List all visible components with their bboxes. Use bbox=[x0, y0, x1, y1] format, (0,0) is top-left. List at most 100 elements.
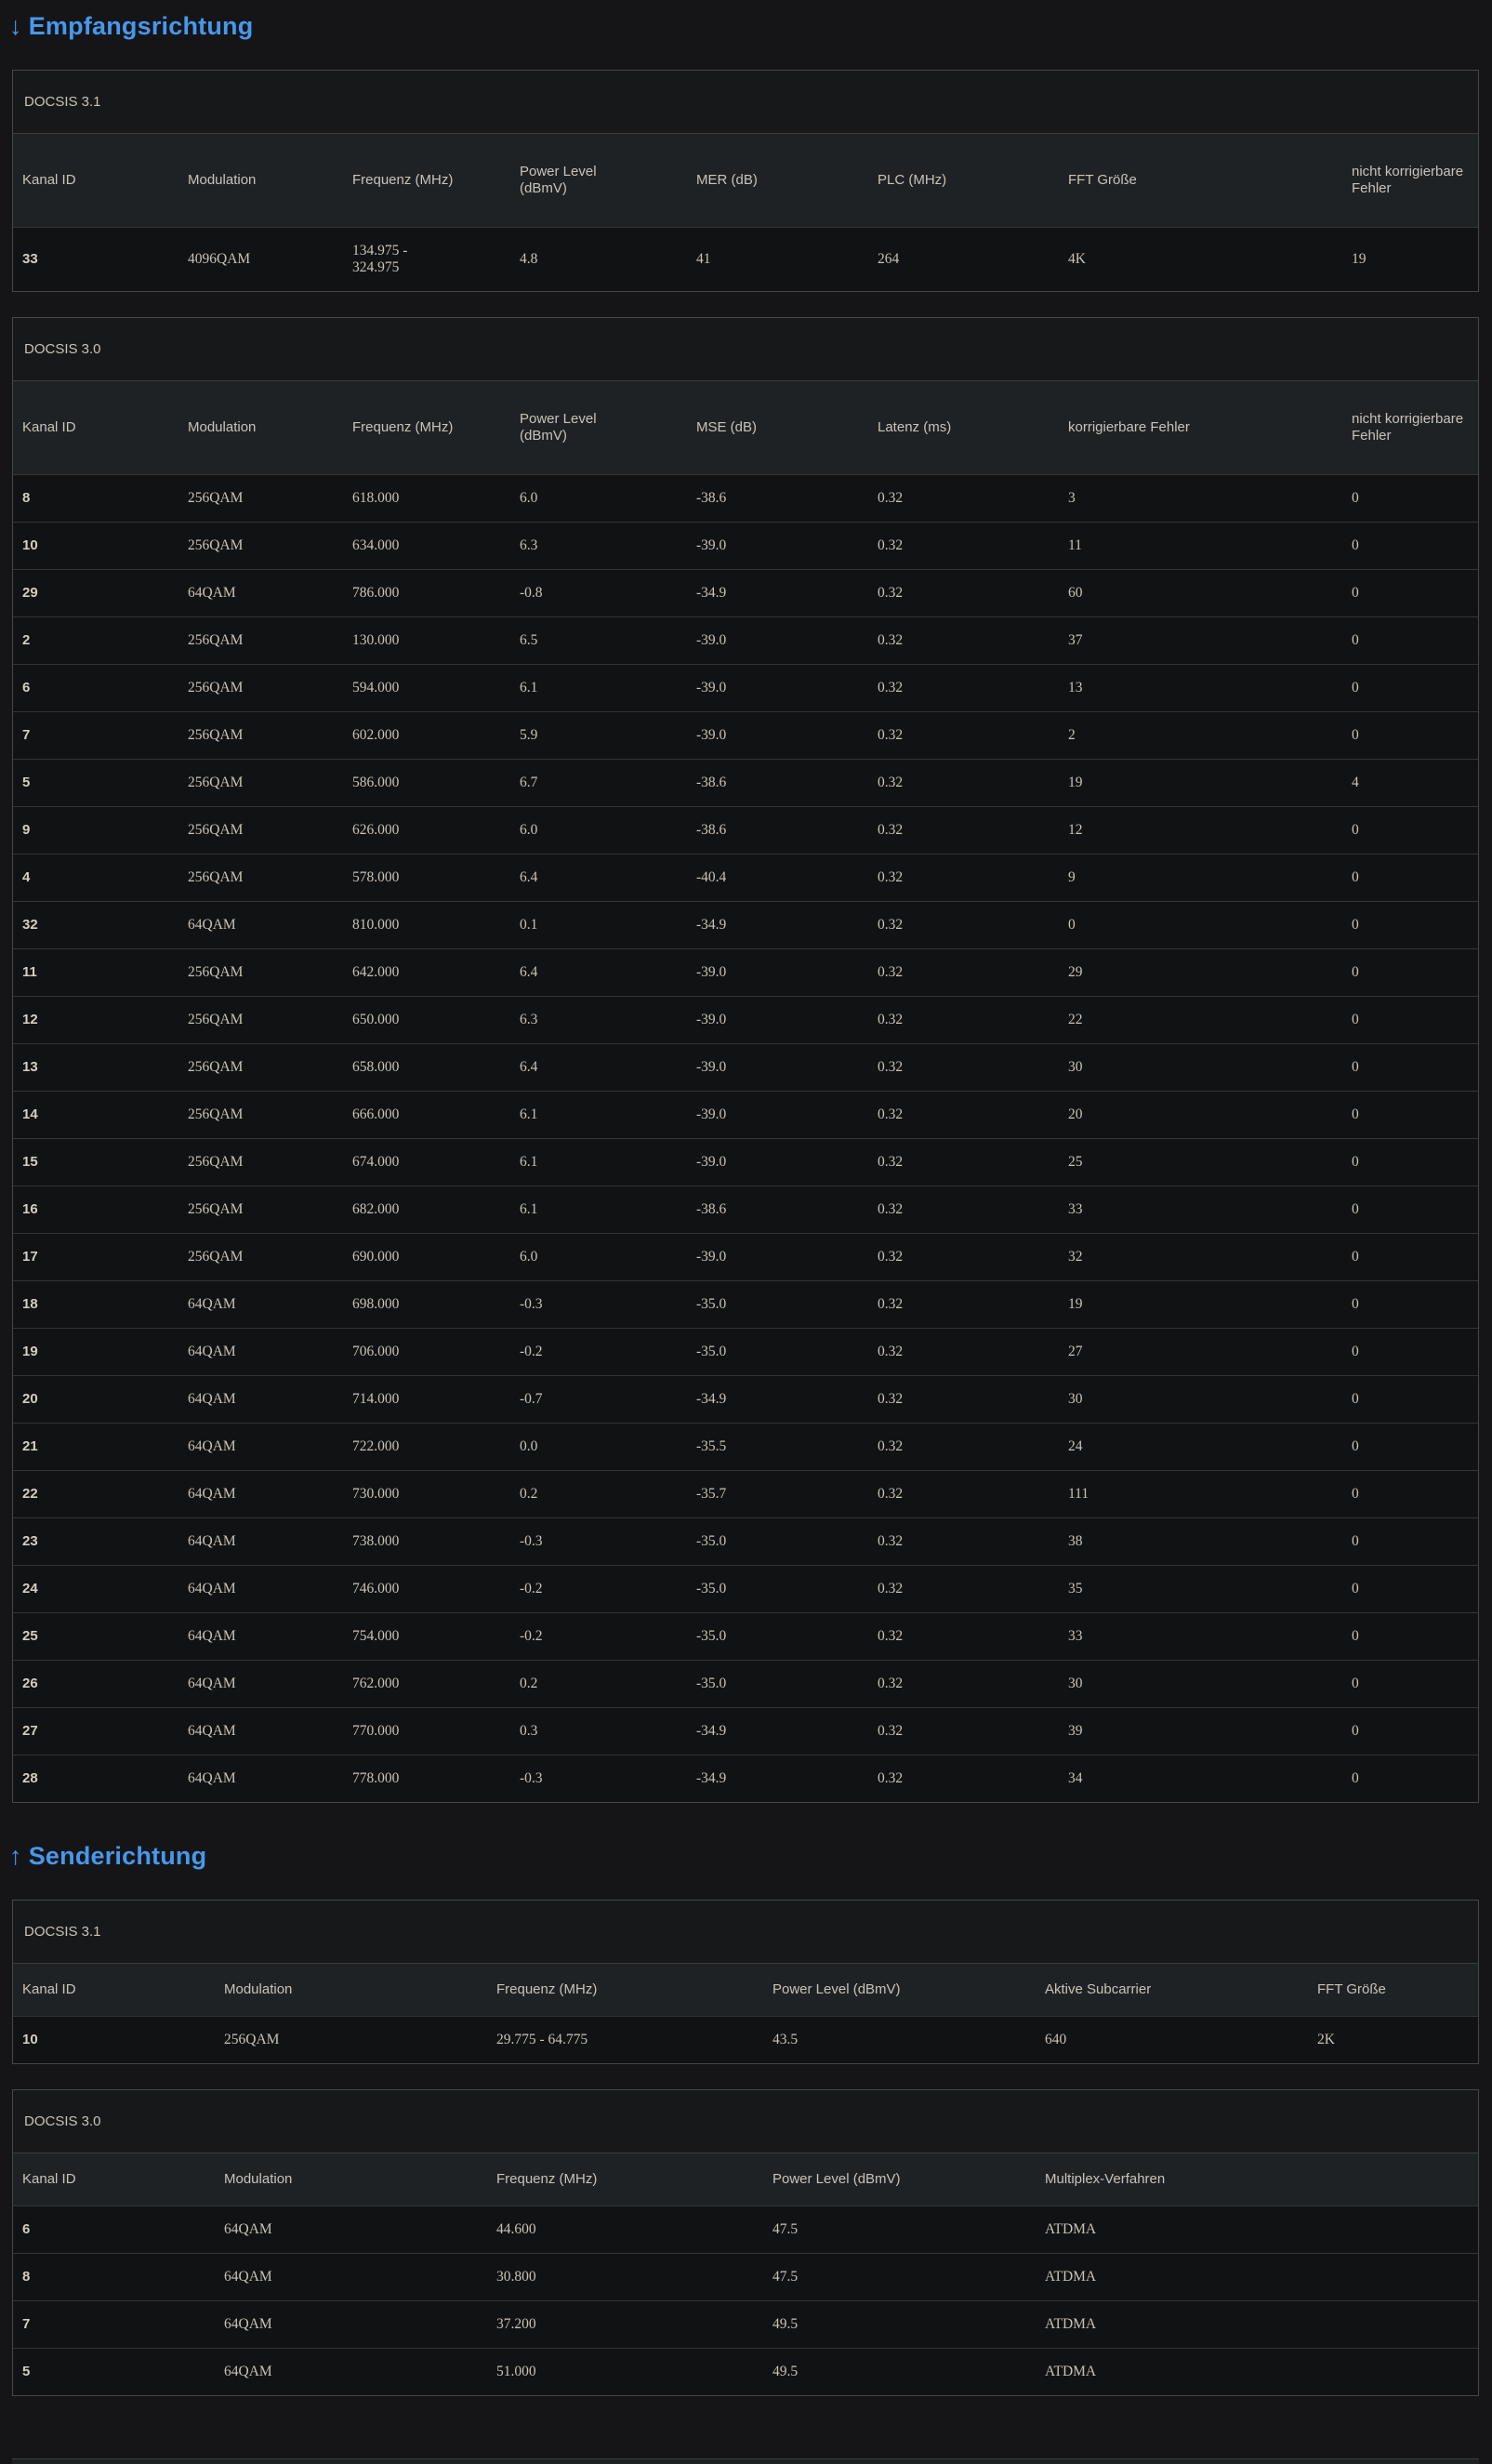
cell: 0 bbox=[1342, 807, 1478, 854]
table-row: 564QAM51.00049.5ATDMA bbox=[13, 2349, 1478, 2396]
cell: 16 bbox=[13, 1186, 178, 1234]
cell: 64QAM bbox=[178, 1566, 343, 1613]
cell-value: -39.0 bbox=[696, 1059, 726, 1075]
downstream-heading-label: Empfangsrichtung bbox=[29, 12, 254, 40]
cell-value: 256QAM bbox=[188, 537, 243, 553]
up-arrow-icon: ↑ bbox=[9, 1842, 22, 1870]
cell: 0.32 bbox=[868, 665, 1059, 712]
cell: 44.600 bbox=[487, 2206, 763, 2254]
cell-value: 690.000 bbox=[352, 1249, 399, 1265]
cell: -39.0 bbox=[687, 712, 868, 760]
cell: 6.3 bbox=[510, 523, 687, 570]
cell: 19 bbox=[1059, 760, 1342, 807]
cell: 0.32 bbox=[868, 760, 1059, 807]
column-header-label: Modulation bbox=[188, 419, 256, 435]
cell: 0.0 bbox=[510, 1424, 687, 1471]
cell-value: 64QAM bbox=[188, 1770, 236, 1786]
cell-value: -38.6 bbox=[696, 822, 726, 838]
cell-value: 256QAM bbox=[188, 1154, 243, 1170]
cell: -38.6 bbox=[687, 475, 868, 523]
cell: -0.3 bbox=[510, 1755, 687, 1803]
cell: 64QAM bbox=[215, 2349, 487, 2396]
cell: 6.7 bbox=[510, 760, 687, 807]
downstream-docsis31-card: DOCSIS 3.1 Kanal IDModulationFrequenz (M… bbox=[12, 70, 1479, 292]
cell-value: 0.1 bbox=[520, 917, 537, 933]
cell: 4096QAM bbox=[178, 228, 343, 292]
cell: 47.5 bbox=[763, 2254, 1036, 2301]
cell: 27 bbox=[13, 1708, 178, 1755]
cell-value: 64QAM bbox=[224, 2316, 272, 2332]
cell: -38.6 bbox=[687, 760, 868, 807]
cell: 25 bbox=[1059, 1139, 1342, 1186]
cell-value: 0.32 bbox=[878, 490, 903, 506]
cell-value: 64QAM bbox=[188, 1723, 236, 1739]
cell: 9 bbox=[13, 807, 178, 854]
cell-value: 256QAM bbox=[188, 680, 243, 695]
cell-value: 594.000 bbox=[352, 680, 399, 695]
cell-value: 0 bbox=[1352, 1106, 1359, 1122]
cell-value: 64QAM bbox=[188, 1486, 236, 1502]
cell: 650.000 bbox=[343, 997, 510, 1044]
upstream-docsis30-table: Kanal IDModulationFrequenz (MHz)Power Le… bbox=[13, 2153, 1478, 2395]
cell: -40.4 bbox=[687, 854, 868, 902]
cell-value: 14 bbox=[22, 1106, 38, 1122]
cell-value: 0.32 bbox=[878, 1106, 903, 1122]
cell: 6.4 bbox=[510, 1044, 687, 1092]
column-header: Power Level (dBmV) bbox=[763, 2153, 1036, 2206]
cell: 0.32 bbox=[868, 1471, 1059, 1518]
cell-value: 38 bbox=[1068, 1533, 1083, 1549]
cell: 13 bbox=[13, 1044, 178, 1092]
cell: -39.0 bbox=[687, 665, 868, 712]
cell-value: 13 bbox=[1068, 680, 1083, 695]
column-header: FFT Größe bbox=[1059, 134, 1342, 228]
cell: 256QAM bbox=[215, 2017, 487, 2064]
cell-value: 29 bbox=[22, 585, 38, 601]
cell-value: 27 bbox=[1068, 1344, 1083, 1359]
cell: -34.9 bbox=[687, 1755, 868, 1803]
cell-value: 44.600 bbox=[496, 2221, 536, 2237]
cell: 0.32 bbox=[868, 1092, 1059, 1139]
cell-value: 754.000 bbox=[352, 1628, 399, 1644]
downstream-heading: ↓Empfangsrichtung bbox=[9, 12, 1492, 41]
cell: 0 bbox=[1342, 1281, 1478, 1329]
cell-value: 64QAM bbox=[188, 1676, 236, 1691]
column-header: Frequenz (MHz) bbox=[343, 134, 510, 228]
cell-value: 32 bbox=[22, 917, 38, 933]
cell: 134.975 - 324.975 bbox=[343, 228, 510, 292]
cell-value: -35.0 bbox=[696, 1628, 726, 1644]
cell-value: -35.0 bbox=[696, 1344, 726, 1359]
cell-value: 33 bbox=[22, 251, 38, 267]
cell: 0 bbox=[1342, 1044, 1478, 1092]
cell-value: 6 bbox=[22, 680, 30, 695]
column-header: PLC (MHz) bbox=[868, 134, 1059, 228]
cell: 17 bbox=[13, 1234, 178, 1281]
column-header: MER (dB) bbox=[687, 134, 868, 228]
cell-value: 0.32 bbox=[878, 1201, 903, 1217]
cell: 658.000 bbox=[343, 1044, 510, 1092]
cell: 0 bbox=[1342, 712, 1478, 760]
cell-value: 2 bbox=[1068, 727, 1076, 743]
cell-value: 0.32 bbox=[878, 1296, 903, 1312]
cell: 64QAM bbox=[178, 1471, 343, 1518]
cell: 0.1 bbox=[510, 902, 687, 949]
upstream-docsis31-card: DOCSIS 3.1 Kanal IDModulationFrequenz (M… bbox=[12, 1900, 1479, 2064]
cell-value: 778.000 bbox=[352, 1770, 399, 1786]
cell: 0 bbox=[1342, 902, 1478, 949]
table-row: 1964QAM706.000-0.2-35.00.32270 bbox=[13, 1329, 1478, 1376]
table-row: 12256QAM650.0006.3-39.00.32220 bbox=[13, 997, 1478, 1044]
cell: 19 bbox=[1342, 228, 1478, 292]
cell: 256QAM bbox=[178, 712, 343, 760]
table-row: 17256QAM690.0006.0-39.00.32320 bbox=[13, 1234, 1478, 1281]
cell: 47.5 bbox=[763, 2206, 1036, 2254]
cell-value: -39.0 bbox=[696, 964, 726, 980]
cell-value: 746.000 bbox=[352, 1581, 399, 1596]
cell-value: 0 bbox=[1352, 1012, 1359, 1027]
cell: -39.0 bbox=[687, 1092, 868, 1139]
cell-value: 30 bbox=[1068, 1676, 1083, 1691]
cell-value: 0.32 bbox=[878, 1249, 903, 1265]
table-row: 3264QAM810.0000.1-34.90.3200 bbox=[13, 902, 1478, 949]
column-header: Power Level (dBmV) bbox=[510, 381, 687, 475]
table-row: 864QAM30.80047.5ATDMA bbox=[13, 2254, 1478, 2301]
cell: 11 bbox=[1059, 523, 1342, 570]
cell: 24 bbox=[1059, 1424, 1342, 1471]
